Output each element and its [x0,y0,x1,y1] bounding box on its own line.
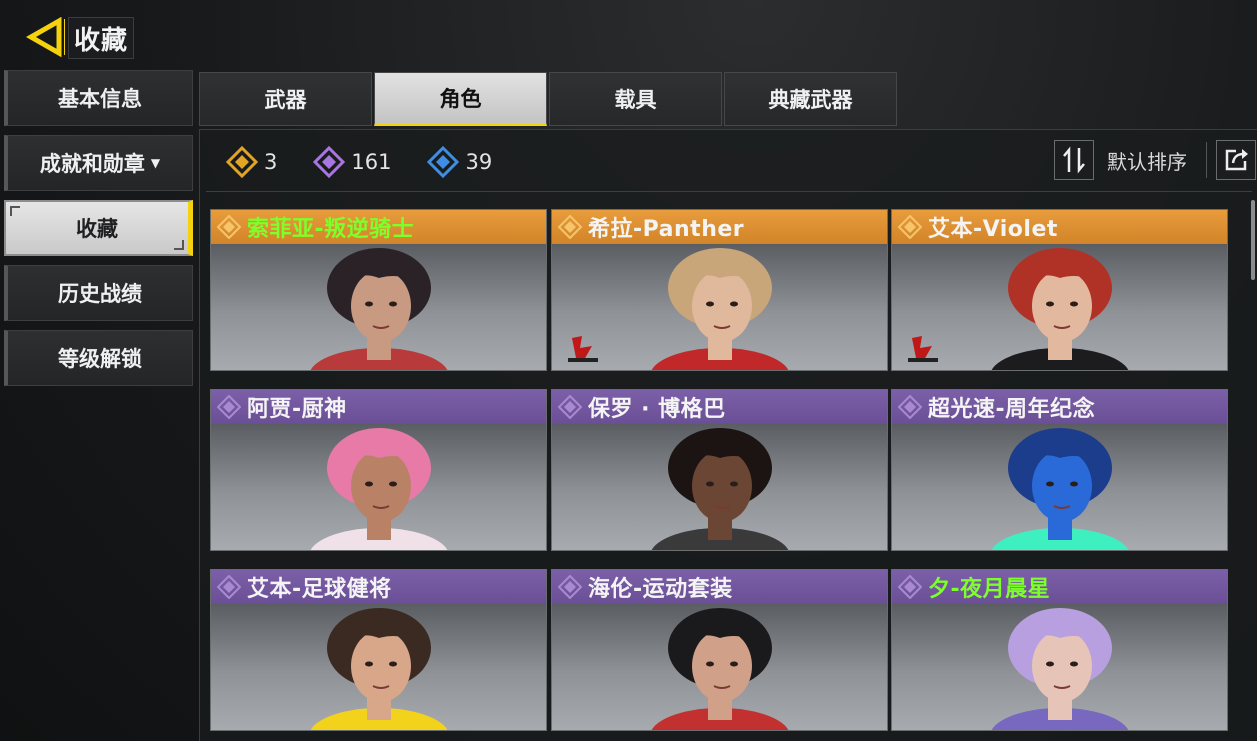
sidebar-item-label: 历史战绩 [58,282,142,306]
rarity-diamond-icon [558,215,582,239]
legendary-diamond-icon [226,146,258,178]
category-tabs: 武器 角色 载具 典藏武器 [199,72,899,126]
page-title: 收藏 [68,17,134,59]
sidebar-item-label: 收藏 [76,217,118,241]
tab-label: 载具 [614,88,657,112]
rare-count: 39 [427,146,492,178]
character-portrait-area [892,424,1227,550]
character-portrait-area [211,424,546,550]
rarity-diamond-icon [558,395,582,419]
card-title-bar: 艾本-足球健将 [211,570,546,604]
character-portrait [310,428,447,550]
character-card[interactable]: 希拉-Panther [551,209,888,371]
character-card[interactable]: 艾本-足球健将 [210,569,547,731]
epic-diamond-icon [313,146,346,178]
card-title-bar: 希拉-Panther [552,210,887,244]
epic-count: 161 [313,146,391,178]
sidebar-item-match-history[interactable]: 历史战绩 [4,265,193,321]
character-portrait-area [892,244,1227,370]
character-card[interactable]: 超光速-周年纪念 [891,389,1228,551]
character-portrait-area [552,604,887,730]
scrollbar[interactable] [1251,200,1255,280]
tab-weapons[interactable]: 武器 [199,72,372,126]
sidebar-item-label: 成就和勋章 [39,152,145,176]
epic-count-value: 161 [351,150,392,174]
rarity-diamond-icon [217,395,241,419]
back-button[interactable] [22,14,68,60]
tab-characters[interactable]: 角色 [374,72,547,126]
character-portrait [651,428,788,550]
character-card[interactable]: 海伦-运动套装 [551,569,888,731]
character-card[interactable]: 艾本-Violet [891,209,1228,371]
character-name: 保罗 · 博格巴 [588,397,726,422]
rare-diamond-icon [427,146,460,178]
tab-label: 角色 [439,87,482,111]
character-portrait-area [552,244,887,370]
rarity-diamond-icon [898,215,922,239]
sidebar-item-level-unlocks[interactable]: 等级解锁 [4,330,193,386]
character-portrait-area [892,604,1227,730]
character-card[interactable]: 索菲亚-叛逆骑士 [210,209,547,371]
tab-collector-weapons[interactable]: 典藏武器 [724,72,897,126]
sort-toggle-button[interactable] [1054,140,1094,180]
franchise-logo-icon [908,336,938,362]
sort-arrows-icon [1063,146,1085,174]
character-name: 艾本-足球健将 [247,577,392,602]
card-title-bar: 海伦-运动套装 [552,570,887,604]
sidebar-item-label: 等级解锁 [58,347,142,371]
legendary-count-value: 3 [264,150,278,174]
character-portrait [310,608,447,730]
character-portrait [991,248,1128,370]
share-icon [1225,149,1248,171]
franchise-logo-icon [568,336,598,362]
rarity-diamond-icon [898,575,922,599]
legendary-count: 3 [226,146,277,178]
divider [1206,142,1207,178]
tab-label: 典藏武器 [768,88,853,112]
rarity-diamond-icon [558,575,582,599]
character-card[interactable]: 保罗 · 博格巴 [551,389,888,551]
character-portrait-area [211,604,546,730]
card-title-bar: 阿贾-厨神 [211,390,546,424]
character-name: 希拉-Panther [588,217,745,242]
share-button[interactable] [1216,140,1256,180]
card-title-bar: 保罗 · 博格巴 [552,390,887,424]
rarity-diamond-icon [217,575,241,599]
character-portrait [310,248,447,370]
sidebar: 基本信息 成就和勋章 ▼ 收藏 历史战绩 等级解锁 [4,70,193,395]
character-portrait [991,608,1128,730]
sidebar-item-collection[interactable]: 收藏 [4,200,193,256]
character-name: 索菲亚-叛逆骑士 [247,217,415,242]
character-name: 海伦-运动套装 [588,577,733,602]
character-name: 超光速-周年纪念 [928,397,1096,422]
divider [206,191,1252,192]
sidebar-item-label: 基本信息 [58,87,142,111]
card-title-bar: 索菲亚-叛逆骑士 [211,210,546,244]
character-portrait [651,248,788,370]
rarity-diamond-icon [898,395,922,419]
character-portrait [651,608,788,730]
character-card[interactable]: 夕-夜月晨星 [891,569,1228,731]
rarity-counts: 3 161 39 [226,146,528,178]
sort-mode-label[interactable]: 默认排序 [1107,146,1187,175]
caret-down-icon: ▼ [150,156,161,170]
character-name: 阿贾-厨神 [247,397,347,422]
rare-count-value: 39 [465,150,493,174]
tab-vehicles[interactable]: 载具 [549,72,722,126]
character-portrait-area [211,244,546,370]
sidebar-item-basic-info[interactable]: 基本信息 [4,70,193,126]
card-title-bar: 艾本-Violet [892,210,1227,244]
character-name: 艾本-Violet [928,217,1058,242]
card-title-bar: 超光速-周年纪念 [892,390,1227,424]
back-arrow-icon [25,17,65,57]
character-card[interactable]: 阿贾-厨神 [210,389,547,551]
card-title-bar: 夕-夜月晨星 [892,570,1227,604]
character-name: 夕-夜月晨星 [928,577,1051,602]
character-portrait [991,428,1128,550]
sidebar-item-achievements[interactable]: 成就和勋章 ▼ [4,135,193,191]
rarity-diamond-icon [217,215,241,239]
tab-label: 武器 [264,88,307,112]
character-portrait-area [552,424,887,550]
